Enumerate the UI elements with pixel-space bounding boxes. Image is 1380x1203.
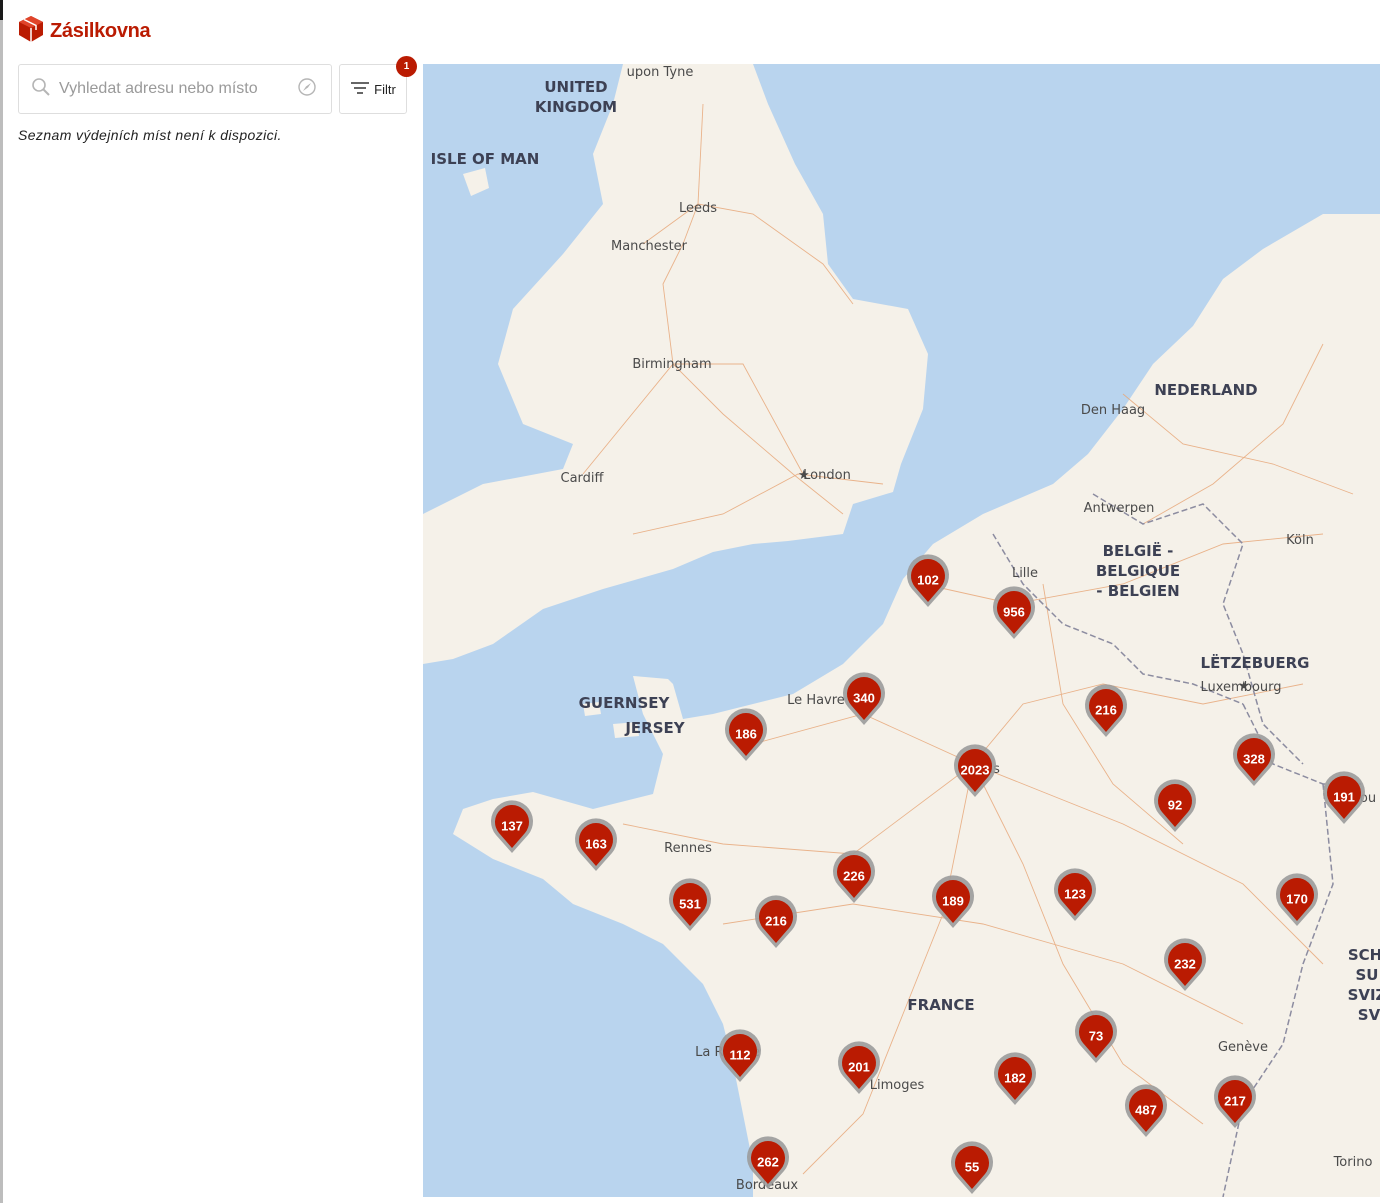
locate-icon[interactable] (297, 77, 317, 102)
map-label: SCH (1348, 946, 1380, 964)
cluster-count: 170 (1286, 892, 1308, 907)
map-label: LËTZEBUERG (1201, 653, 1310, 672)
map-label: SV (1358, 1006, 1380, 1024)
map-label: BELGIQUE (1096, 562, 1180, 580)
cluster-count: 201 (848, 1060, 870, 1075)
cluster-count: 163 (585, 837, 607, 852)
cluster-count: 73 (1089, 1029, 1103, 1044)
brand-name: Zásilkovna (50, 19, 151, 42)
map[interactable]: upon Tyne UNITED KINGDOM ISLE OF MAN Leeds Ma… (423, 64, 1380, 1197)
map-label: Birmingham (632, 357, 711, 372)
filter-label: Filtr (374, 81, 396, 97)
map-label: Le Havre (787, 693, 845, 708)
map-label: Limoges (870, 1078, 925, 1093)
cluster-count: 232 (1174, 957, 1196, 972)
cluster-count: 226 (843, 869, 865, 884)
filter-count-badge: 1 (396, 56, 417, 77)
map-label: NEDERLAND (1154, 381, 1257, 399)
cluster-count: 2023 (961, 763, 990, 778)
cluster-count: 137 (501, 819, 523, 834)
filter-icon (350, 81, 370, 98)
map-label: Torino (1333, 1155, 1373, 1170)
map-label: Den Haag (1081, 403, 1145, 418)
map-label: Genève (1218, 1040, 1268, 1055)
capital-star-icon: ★ (798, 468, 810, 483)
window-edge-shadow (0, 20, 3, 1203)
empty-list-message: Seznam výdejních míst není k dispozici. (18, 127, 282, 143)
map-label: KINGDOM (535, 98, 617, 116)
land-layer (423, 64, 1380, 1197)
header: Zásilkovna (18, 15, 151, 48)
search-input[interactable] (57, 79, 291, 99)
cluster-count: 112 (730, 1048, 751, 1063)
map-label: Lille (1012, 566, 1038, 581)
zasilkovna-logo-icon (18, 15, 44, 48)
capital-star-icon: ★ (1238, 679, 1250, 694)
map-label: - BELGIEN (1096, 582, 1179, 600)
map-label: upon Tyne (627, 65, 694, 80)
map-label: Cardiff (561, 471, 605, 486)
map-label: UNITED (544, 78, 607, 96)
cluster-count: 262 (757, 1155, 779, 1170)
cluster-count: 92 (1168, 798, 1182, 813)
cluster-count: 186 (735, 727, 757, 742)
search-icon (31, 77, 51, 102)
map-label: JERSEY (624, 719, 685, 737)
map-label: FRANCE (907, 996, 974, 1014)
cluster-count: 216 (765, 914, 787, 929)
map-label: ISLE OF MAN (431, 150, 540, 168)
cluster-count: 182 (1004, 1071, 1026, 1086)
cluster-count: 328 (1243, 752, 1265, 767)
cluster-count: 191 (1333, 790, 1355, 805)
map-label: SVIZ (1348, 986, 1380, 1004)
map-label: London (803, 468, 851, 483)
cluster-count: 216 (1095, 703, 1117, 718)
cluster-count: 531 (679, 897, 701, 912)
map-label: Leeds (679, 201, 717, 216)
cluster-count: 123 (1064, 887, 1086, 902)
cluster-count: 55 (965, 1160, 979, 1175)
map-label: Manchester (611, 239, 688, 254)
cluster-count: 956 (1003, 605, 1025, 620)
cluster-count: 189 (942, 894, 964, 909)
map-label: Antwerpen (1084, 501, 1155, 516)
cluster-count: 217 (1224, 1094, 1246, 1109)
map-label: SU (1356, 966, 1379, 984)
cluster-count: 487 (1135, 1103, 1157, 1118)
map-label: Köln (1286, 533, 1314, 548)
cluster-count: 340 (853, 691, 875, 706)
search-box[interactable] (18, 64, 332, 114)
map-label: BELGIË - (1103, 541, 1174, 560)
cluster-count: 102 (917, 573, 939, 588)
map-label: GUERNSEY (579, 694, 671, 712)
map-label: Rennes (664, 841, 712, 856)
